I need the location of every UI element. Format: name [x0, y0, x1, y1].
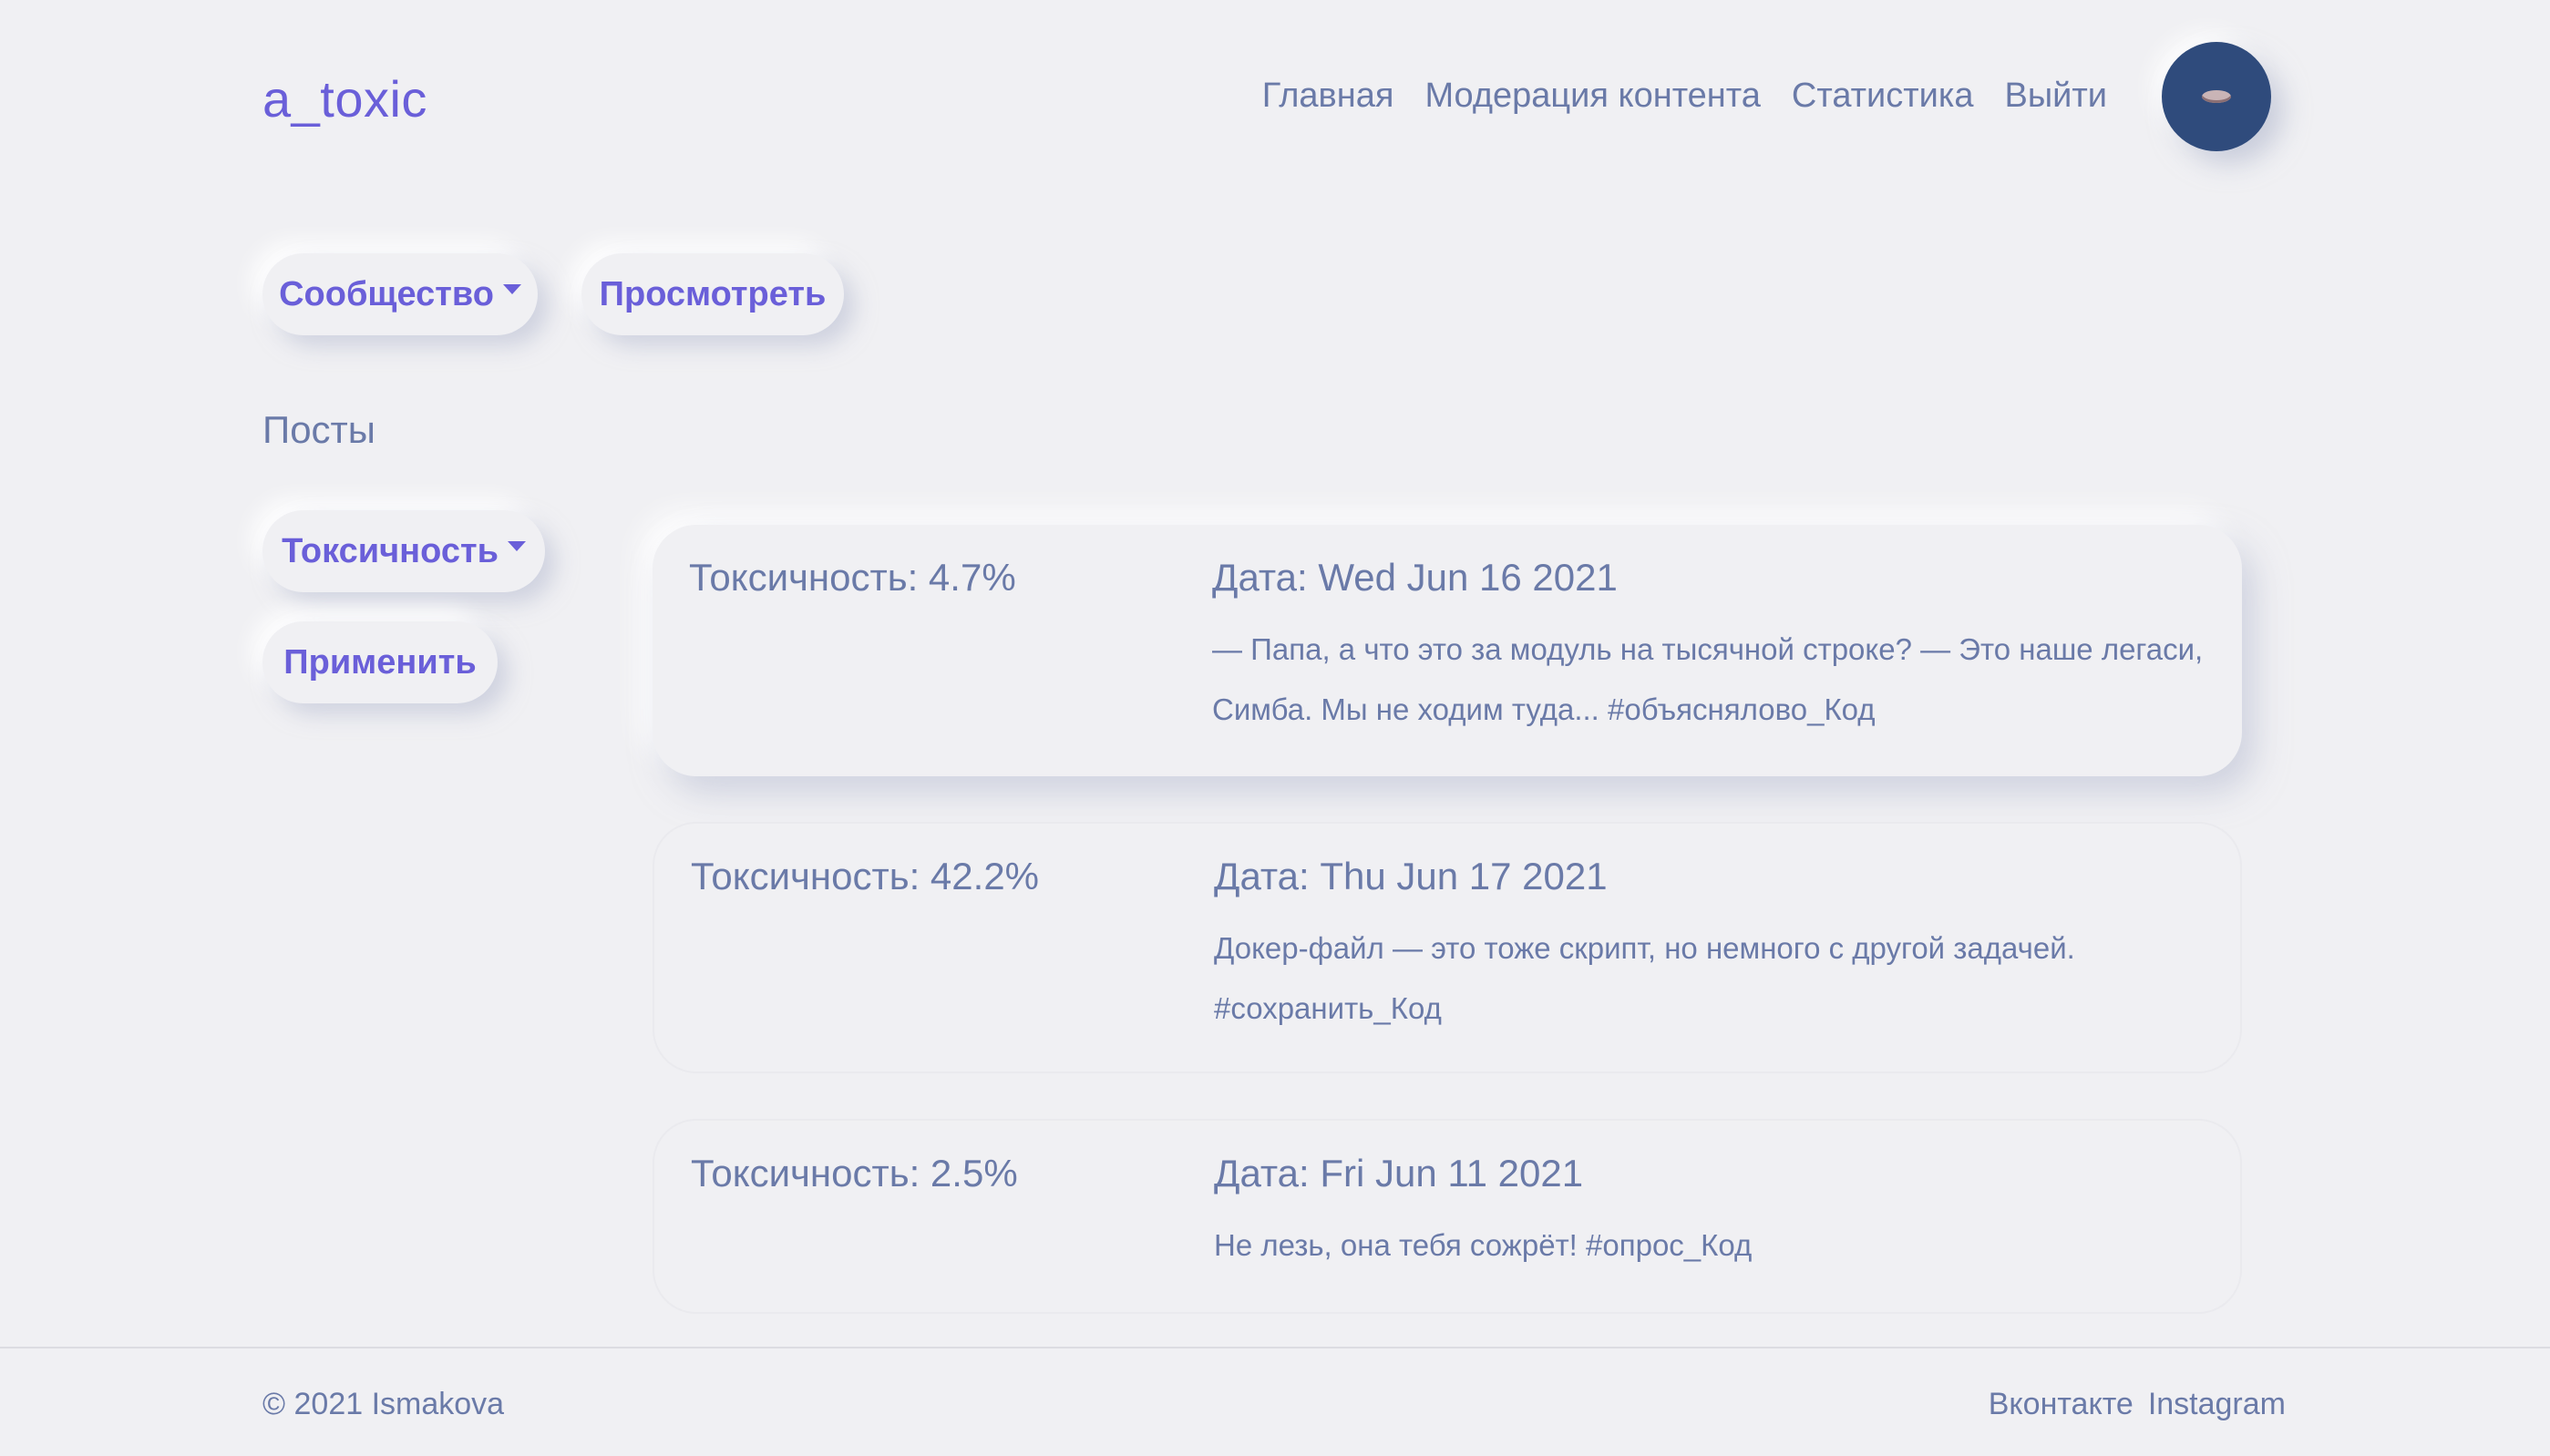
post-date: Дата: Wed Jun 16 2021	[1212, 556, 1618, 599]
post-toxicity: Токсичность: 42.2%	[691, 855, 1040, 897]
footer-link-vk[interactable]: Вконтакте	[1989, 1387, 2134, 1422]
post-text: Не лезь, она тебя сожрёт! #опрос_Код	[1214, 1228, 1753, 1262]
post-card: Токсичность: 2.5% Дата: Fri Jun 11 2021 …	[653, 1119, 2242, 1314]
toxicity-dropdown[interactable]: Токсичность	[262, 510, 545, 592]
page: a_toxic Главная Модерация контента Стати…	[0, 0, 2550, 1456]
apply-button[interactable]: Применить	[262, 621, 498, 703]
post-card: Токсичность: 42.2% Дата: Thu Jun 17 2021…	[653, 822, 2242, 1073]
copyright: © 2021 Ismakova	[262, 1387, 505, 1421]
post-text: — Папа, а что это за модуль на тысячной …	[1212, 632, 2204, 726]
chevron-down-icon	[502, 283, 521, 294]
toxicity-dropdown-label: Токсичность	[282, 531, 499, 570]
post-date: Дата: Fri Jun 11 2021	[1214, 1152, 1584, 1195]
nav-logout[interactable]: Выйти	[2004, 77, 2107, 116]
view-button-label: Просмотреть	[599, 274, 827, 313]
apply-button-label: Применить	[283, 642, 477, 682]
avatar[interactable]	[2162, 42, 2271, 151]
community-dropdown-label: Сообщество	[279, 274, 494, 313]
community-dropdown[interactable]: Сообщество	[262, 253, 538, 335]
footer-links: Вконтакте Instagram	[1989, 1387, 2286, 1422]
post-toxicity: Токсичность: 2.5%	[691, 1152, 1018, 1195]
avatar-image-icon	[2202, 90, 2231, 103]
post-date: Дата: Thu Jun 17 2021	[1214, 855, 1608, 897]
post-text: Докер-файл — это тоже скрипт, но немного…	[1214, 931, 2075, 1025]
footer-link-instagram[interactable]: Instagram	[2148, 1387, 2286, 1422]
chevron-down-icon	[507, 540, 526, 551]
nav-home[interactable]: Главная	[1262, 77, 1394, 116]
view-button[interactable]: Просмотреть	[581, 253, 844, 335]
nav-statistics[interactable]: Статистика	[1792, 77, 1974, 116]
nav-moderation[interactable]: Модерация контента	[1424, 77, 1760, 116]
post-card: Токсичность: 4.7% Дата: Wed Jun 16 2021 …	[653, 525, 2242, 776]
post-toxicity: Токсичность: 4.7%	[689, 556, 1016, 599]
main-nav: Главная Модерация контента Статистика Вы…	[1262, 77, 2107, 116]
brand-logo[interactable]: a_toxic	[262, 69, 427, 128]
section-title: Посты	[262, 408, 375, 451]
footer: © 2021 Ismakova Вконтакте Instagram	[0, 1347, 2550, 1456]
